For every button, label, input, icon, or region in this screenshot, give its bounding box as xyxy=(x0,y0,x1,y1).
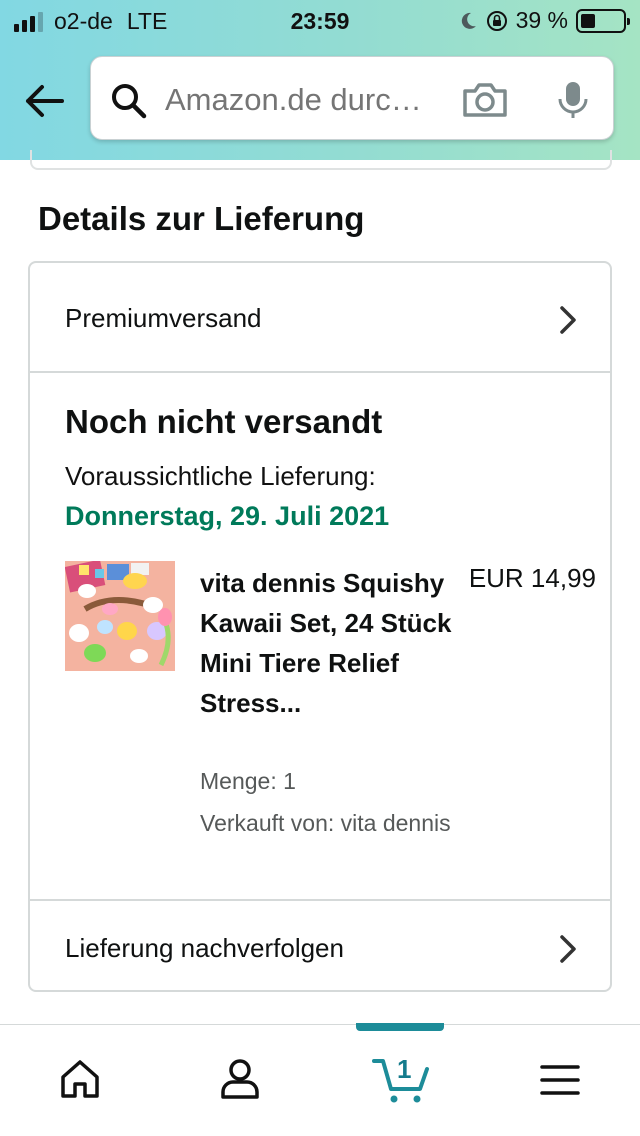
shipping-method-row[interactable]: Premiumversand xyxy=(30,263,610,373)
arrow-left-icon xyxy=(26,85,64,117)
bottom-navigation xyxy=(0,1023,640,1136)
account-icon xyxy=(221,1059,259,1099)
track-delivery-label: Lieferung nachverfolgen xyxy=(65,933,344,963)
chevron-right-icon xyxy=(560,935,576,963)
previous-card-edge xyxy=(30,150,612,170)
shipping-method-label: Premiumversand xyxy=(65,303,262,333)
shipment-status: Noch nicht versandt xyxy=(65,403,383,440)
delivery-card: Premiumversand Noch nicht versandt Vorau… xyxy=(28,261,612,992)
product-quantity: Menge: 1 xyxy=(200,768,296,794)
nav-account[interactable] xyxy=(218,1057,262,1106)
chevron-right-icon xyxy=(560,306,576,334)
search-bar[interactable] xyxy=(90,56,614,140)
cart-count-badge: 1 xyxy=(397,1054,412,1084)
product-seller: Verkauft von: vita dennis xyxy=(200,810,451,836)
moon-icon xyxy=(461,12,476,29)
battery-percent: 39 % xyxy=(515,7,568,33)
battery-icon xyxy=(576,8,630,33)
orientation-lock-icon xyxy=(486,10,507,31)
active-tab-indicator xyxy=(356,1023,444,1031)
menu-icon xyxy=(540,1065,580,1095)
status-right: 39 % xyxy=(458,7,630,34)
delivery-date: Donnerstag, 29. Juli 2021 xyxy=(65,501,390,531)
search-input[interactable] xyxy=(165,81,437,119)
product-thumbnail-icon xyxy=(65,561,175,671)
status-bar: o2-de LTE 23:59 39 % xyxy=(0,0,640,44)
product-image[interactable] xyxy=(65,561,175,671)
section-title: Details zur Lieferung xyxy=(38,200,365,237)
microphone-icon[interactable] xyxy=(555,79,591,121)
delivery-label: Voraussichtliche Lieferung: xyxy=(65,461,376,491)
camera-icon[interactable] xyxy=(461,79,509,119)
track-delivery-row[interactable]: Lieferung nachverfolgen xyxy=(30,899,610,992)
product-name[interactable]: vita dennis Squishy Kawaii Set, 24 Stück… xyxy=(200,563,460,723)
nav-home[interactable] xyxy=(58,1057,102,1106)
home-icon xyxy=(61,1060,99,1098)
back-button[interactable] xyxy=(22,78,68,124)
nav-menu[interactable] xyxy=(540,1063,580,1102)
search-icon xyxy=(112,84,147,119)
app-header: o2-de LTE 23:59 39 % xyxy=(0,0,640,160)
product-price: EUR 14,99 xyxy=(468,563,596,593)
